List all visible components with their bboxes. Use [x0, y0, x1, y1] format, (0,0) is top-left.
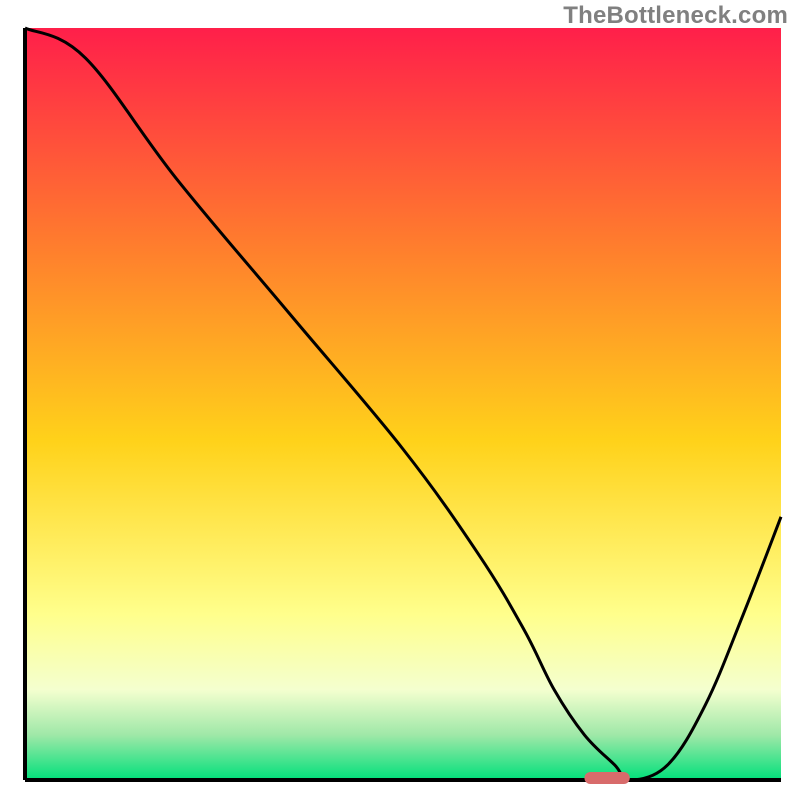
optimal-marker [584, 772, 629, 784]
watermark-text: TheBottleneck.com [563, 2, 788, 30]
bottleneck-chart [0, 0, 800, 800]
chart-container: TheBottleneck.com [0, 0, 800, 800]
plot-background [25, 28, 781, 780]
